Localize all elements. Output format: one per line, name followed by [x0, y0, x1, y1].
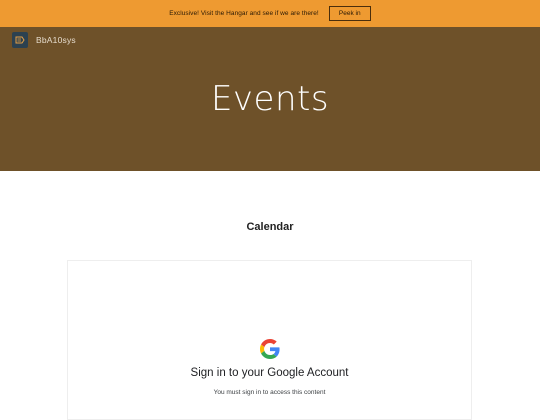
hero-banner: BbA10sys Events — [0, 27, 540, 171]
signin-title: Sign in to your Google Account — [190, 367, 349, 379]
google-g-icon — [260, 339, 280, 359]
tag-logo-icon — [15, 36, 25, 44]
site-header[interactable]: BbA10sys — [12, 30, 76, 50]
calendar-embed-frame[interactable]: Sign in to your Google Account You must … — [67, 260, 472, 420]
site-logo[interactable] — [12, 32, 28, 48]
calendar-section-title: Calendar — [246, 221, 294, 233]
promo-bar: Exclusive! Visit the Hangar and see if w… — [0, 0, 540, 27]
peek-in-button[interactable]: Peek in — [328, 6, 371, 21]
promo-message: Exclusive! Visit the Hangar and see if w… — [169, 10, 319, 17]
page-title: Events — [210, 79, 330, 119]
site-name[interactable]: BbA10sys — [36, 35, 76, 45]
signin-subtitle: You must sign in to access this content — [213, 389, 326, 396]
